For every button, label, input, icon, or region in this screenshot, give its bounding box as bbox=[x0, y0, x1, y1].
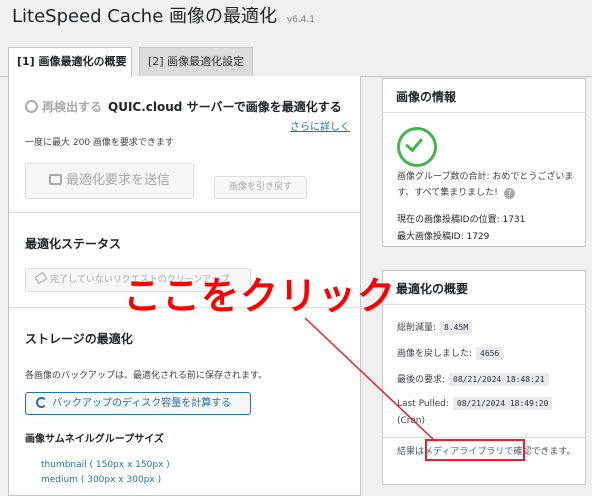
annotation-highlight-box bbox=[425, 439, 525, 461]
annotation-click-here: ここをクリック bbox=[123, 274, 397, 318]
annotation-arrow-line bbox=[304, 317, 436, 442]
